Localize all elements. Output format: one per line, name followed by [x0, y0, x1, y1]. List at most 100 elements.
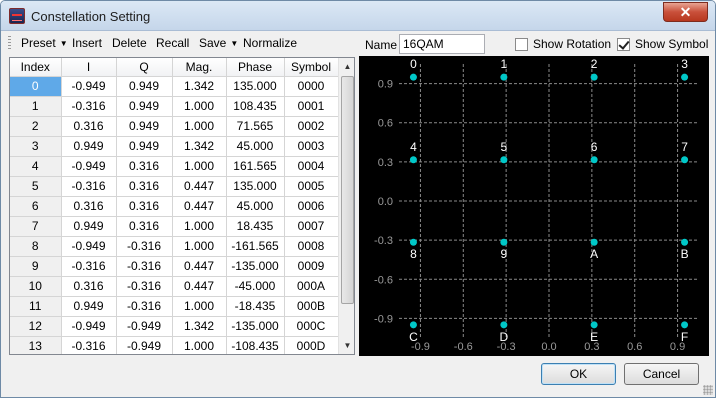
constellation-point[interactable] [681, 238, 689, 246]
table-cell[interactable]: 0.949 [61, 216, 117, 237]
row-index-cell[interactable]: 10 [10, 276, 62, 297]
constellation-point[interactable] [590, 238, 598, 246]
table-cell[interactable]: 1.000 [172, 116, 227, 137]
table-cell[interactable]: 000A [284, 276, 339, 297]
table-cell[interactable]: 18.435 [226, 216, 285, 237]
table-cell[interactable]: 0.949 [61, 296, 117, 317]
constellation-point[interactable] [590, 321, 598, 329]
table-cell[interactable]: 108.435 [226, 96, 285, 117]
table-cell[interactable]: 0.949 [116, 76, 173, 97]
table-cell[interactable]: -0.949 [116, 316, 173, 337]
constellation-point[interactable] [409, 73, 417, 81]
constellation-point[interactable] [409, 156, 417, 164]
normalize-button[interactable]: Normalize [243, 36, 297, 50]
table-cell[interactable]: 1.342 [172, 316, 227, 337]
column-header-symbol[interactable]: Symbol [284, 58, 339, 77]
table-cell[interactable]: -0.949 [61, 316, 117, 337]
row-index-cell[interactable]: 5 [10, 176, 62, 197]
insert-button[interactable]: Insert [72, 36, 102, 50]
table-cell[interactable]: 1.342 [172, 76, 227, 97]
constellation-table[interactable]: Index I Q Mag. Phase Symbol 0 -0.949 0.949… [9, 57, 355, 355]
table-cell[interactable]: 000C [284, 316, 339, 337]
table-scrollbar[interactable]: ▲ ▼ [338, 58, 354, 354]
row-index-cell[interactable]: 9 [10, 256, 62, 277]
constellation-point[interactable] [500, 321, 508, 329]
table-cell[interactable]: -0.316 [116, 276, 173, 297]
show-rotation-toggle[interactable]: Show Rotation [515, 37, 611, 51]
table-cell[interactable]: 0000 [284, 76, 339, 97]
column-header-mag[interactable]: Mag. [172, 58, 227, 77]
table-cell[interactable]: 45.000 [226, 196, 285, 217]
row-index-cell[interactable]: 0 [10, 76, 62, 97]
table-cell[interactable]: -0.949 [61, 236, 117, 257]
table-cell[interactable]: 135.000 [226, 176, 285, 197]
table-cell[interactable]: 0.447 [172, 196, 227, 217]
show-symbol-toggle[interactable]: Show Symbol [617, 37, 708, 51]
title-bar[interactable]: Constellation Setting ✕ [1, 1, 715, 31]
table-cell[interactable]: 0.949 [116, 136, 173, 157]
table-cell[interactable]: 135.000 [226, 76, 285, 97]
table-cell[interactable]: 0.949 [61, 136, 117, 157]
table-cell[interactable]: 0.316 [61, 196, 117, 217]
table-cell[interactable]: 0008 [284, 236, 339, 257]
table-cell[interactable]: -0.316 [61, 336, 117, 354]
table-cell[interactable]: 0006 [284, 196, 339, 217]
table-row[interactable]: 9 -0.316 -0.316 0.447 -135.000 0009 [10, 256, 339, 277]
column-header-i[interactable]: I [61, 58, 117, 77]
table-cell[interactable]: 000B [284, 296, 339, 317]
constellation-point[interactable] [681, 73, 689, 81]
constellation-plot[interactable]: -0.9 -0.6 -0.3 0.0 0.3 0.6 0.9 0.9 0.6 0.3 0.0 -0.3… [359, 56, 709, 356]
constellation-point[interactable] [409, 321, 417, 329]
table-row[interactable]: 13 -0.316 -0.949 1.000 -108.435 000D [10, 336, 339, 354]
row-index-cell[interactable]: 7 [10, 216, 62, 237]
name-input[interactable] [399, 34, 485, 54]
scroll-down-icon[interactable]: ▼ [339, 337, 354, 354]
save-dropdown[interactable]: Save ▼ [199, 36, 238, 50]
table-cell[interactable]: 45.000 [226, 136, 285, 157]
table-row[interactable]: 2 0.316 0.949 1.000 71.565 0002 [10, 116, 339, 137]
constellation-point[interactable] [681, 156, 689, 164]
table-cell[interactable]: -108.435 [226, 336, 285, 354]
table-cell[interactable]: 0.447 [172, 256, 227, 277]
table-cell[interactable]: 0.316 [61, 276, 117, 297]
table-cell[interactable]: 0009 [284, 256, 339, 277]
scroll-up-icon[interactable]: ▲ [339, 58, 354, 75]
table-cell[interactable]: 0003 [284, 136, 339, 157]
table-cell[interactable]: -0.316 [61, 256, 117, 277]
constellation-point[interactable] [500, 156, 508, 164]
constellation-point[interactable] [590, 156, 598, 164]
constellation-point[interactable] [500, 238, 508, 246]
row-index-cell[interactable]: 3 [10, 136, 62, 157]
toolbar-grip-icon[interactable] [8, 36, 11, 50]
recall-button[interactable]: Recall [156, 36, 189, 50]
row-index-cell[interactable]: 11 [10, 296, 62, 317]
table-row[interactable]: 7 0.949 0.316 1.000 18.435 0007 [10, 216, 339, 237]
table-cell[interactable]: 0.316 [61, 116, 117, 137]
table-cell[interactable]: -0.316 [61, 96, 117, 117]
show-symbol-checkbox[interactable] [617, 37, 630, 51]
table-cell[interactable]: 71.565 [226, 116, 285, 137]
table-cell[interactable]: -0.316 [116, 256, 173, 277]
table-cell[interactable]: -0.316 [116, 236, 173, 257]
scroll-thumb[interactable] [341, 76, 354, 304]
table-cell[interactable]: 1.342 [172, 136, 227, 157]
table-cell[interactable]: -135.000 [226, 316, 285, 337]
table-row[interactable]: 11 0.949 -0.316 1.000 -18.435 000B [10, 296, 339, 317]
table-row[interactable]: 12 -0.949 -0.949 1.342 -135.000 000C [10, 316, 339, 337]
table-cell[interactable]: 1.000 [172, 96, 227, 117]
row-index-cell[interactable]: 4 [10, 156, 62, 177]
table-cell[interactable]: -0.949 [61, 76, 117, 97]
table-cell[interactable]: 1.000 [172, 236, 227, 257]
table-cell[interactable]: 0.949 [116, 96, 173, 117]
resize-grip-icon[interactable] [703, 385, 713, 395]
close-button[interactable]: ✕ [663, 2, 708, 22]
show-rotation-checkbox[interactable] [515, 37, 528, 51]
table-cell[interactable]: 0001 [284, 96, 339, 117]
cancel-button[interactable]: Cancel [624, 363, 699, 385]
table-cell[interactable]: -0.949 [116, 336, 173, 354]
row-index-cell[interactable]: 8 [10, 236, 62, 257]
table-cell[interactable]: 0002 [284, 116, 339, 137]
table-cell[interactable]: 0005 [284, 176, 339, 197]
table-row[interactable]: 1 -0.316 0.949 1.000 108.435 0001 [10, 96, 339, 117]
row-index-cell[interactable]: 2 [10, 116, 62, 137]
